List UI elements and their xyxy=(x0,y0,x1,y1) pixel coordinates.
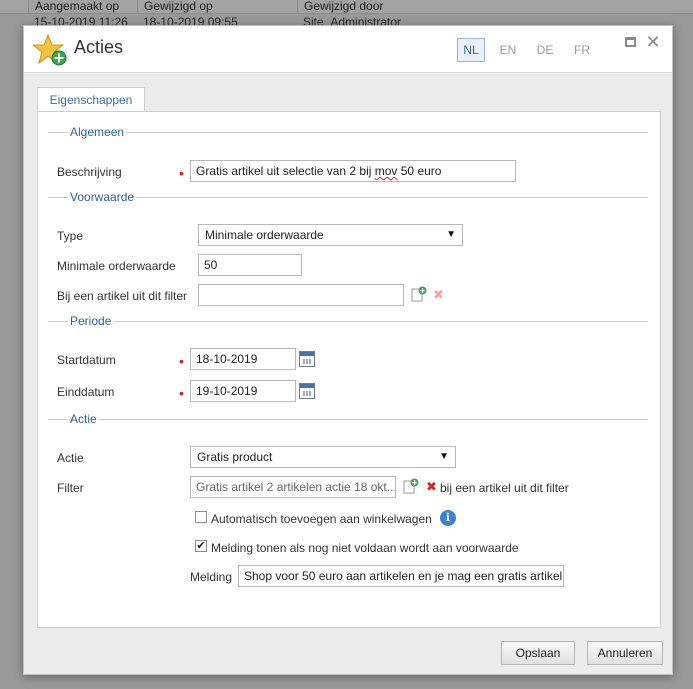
required-marker: • xyxy=(179,385,184,401)
beschrijving-label: Beschrijving xyxy=(57,165,122,179)
acties-dialog: Acties NL EN DE FR ✕ Eigenschappen Algem… xyxy=(23,25,673,675)
dropdown-arrow-icon: ▼ xyxy=(439,451,449,462)
startdatum-input[interactable]: 18-10-2019 xyxy=(190,348,296,370)
actie-select[interactable]: Gratis product ▼ xyxy=(190,446,456,468)
language-fr-button[interactable]: FR xyxy=(568,38,596,62)
voorwaarde-filter-label: Bij een artikel uit dit filter xyxy=(57,289,188,303)
type-select-value: Minimale orderwaarde xyxy=(205,228,324,242)
section-title-periode: Periode xyxy=(68,314,114,328)
required-marker: • xyxy=(179,165,184,181)
column-gewijzigd-op: Gewijzigd op xyxy=(137,0,213,14)
einddatum-label: Einddatum xyxy=(57,385,115,399)
show-message-checkbox[interactable]: ✔ xyxy=(195,540,207,552)
show-message-label: Melding tonen als nog niet voldaan wordt… xyxy=(211,541,519,555)
maximize-icon[interactable] xyxy=(625,37,636,47)
section-divider xyxy=(48,419,648,420)
actie-select-value: Gratis product xyxy=(197,450,273,464)
column-gewijzigd-door: Gewijzigd door xyxy=(297,0,383,14)
auto-add-label: Automatisch toevoegen aan winkelwagen xyxy=(211,512,432,526)
beschrijving-input[interactable]: Gratis artikel uit selectie van 2 bij mo… xyxy=(190,160,516,182)
section-title-actie: Actie xyxy=(68,412,99,426)
cancel-button[interactable]: Annuleren xyxy=(587,641,663,665)
section-title-voorwaarde: Voorwaarde xyxy=(68,190,137,204)
actie-filter-suffix: bij een artikel uit dit filter xyxy=(440,481,569,495)
actie-filter-label: Filter xyxy=(57,481,84,495)
required-marker: • xyxy=(179,353,184,369)
melding-label: Melding xyxy=(190,570,233,584)
language-en-button[interactable]: EN xyxy=(494,38,522,62)
dialog-title: Acties xyxy=(74,37,124,57)
min-orderwaarde-input[interactable]: 50 xyxy=(198,254,302,276)
actie-filter-input[interactable]: Gratis artikel 2 artikelen actie 18 okt.… xyxy=(190,476,396,498)
star-add-icon xyxy=(33,34,67,66)
properties-panel: Algemeen Beschrijving • Gratis artikel u… xyxy=(37,111,661,628)
calendar-icon[interactable] xyxy=(299,351,315,367)
actie-label: Actie xyxy=(57,451,84,465)
section-divider xyxy=(48,132,648,133)
remove-filter-icon[interactable]: ✖ xyxy=(426,480,437,494)
section-title-algemeen: Algemeen xyxy=(68,125,127,139)
auto-add-checkbox[interactable] xyxy=(195,511,207,523)
dialog-titlebar[interactable]: Acties NL EN DE FR ✕ xyxy=(24,26,672,73)
voorwaarde-filter-input[interactable] xyxy=(198,284,404,306)
save-button[interactable]: Opslaan xyxy=(501,641,575,665)
min-orderwaarde-label: Minimale orderwaarde xyxy=(57,259,176,273)
type-select[interactable]: Minimale orderwaarde ▼ xyxy=(198,224,463,246)
type-label: Type xyxy=(57,229,84,243)
add-filter-icon[interactable] xyxy=(403,478,419,494)
language-de-button[interactable]: DE xyxy=(531,38,559,62)
language-nl-button[interactable]: NL xyxy=(457,38,485,62)
calendar-icon[interactable] xyxy=(299,383,315,399)
startdatum-label: Startdatum xyxy=(57,353,116,367)
column-aangemaakt-op: Aangemaakt op xyxy=(28,0,119,14)
info-icon[interactable]: i xyxy=(440,510,456,526)
background-grid-header: Aangemaakt op Gewijzigd op Gewijzigd doo… xyxy=(0,0,693,14)
einddatum-input[interactable]: 19-10-2019 xyxy=(190,380,296,402)
tab-eigenschappen[interactable]: Eigenschappen xyxy=(37,87,145,112)
section-divider xyxy=(48,321,648,322)
remove-filter-icon[interactable]: ✖ xyxy=(433,288,444,302)
section-divider xyxy=(48,197,648,198)
melding-input[interactable]: Shop voor 50 euro aan artikelen en je ma… xyxy=(238,565,564,587)
add-filter-icon[interactable] xyxy=(411,286,427,302)
dropdown-arrow-icon: ▼ xyxy=(446,229,456,240)
close-icon[interactable]: ✕ xyxy=(645,33,661,51)
